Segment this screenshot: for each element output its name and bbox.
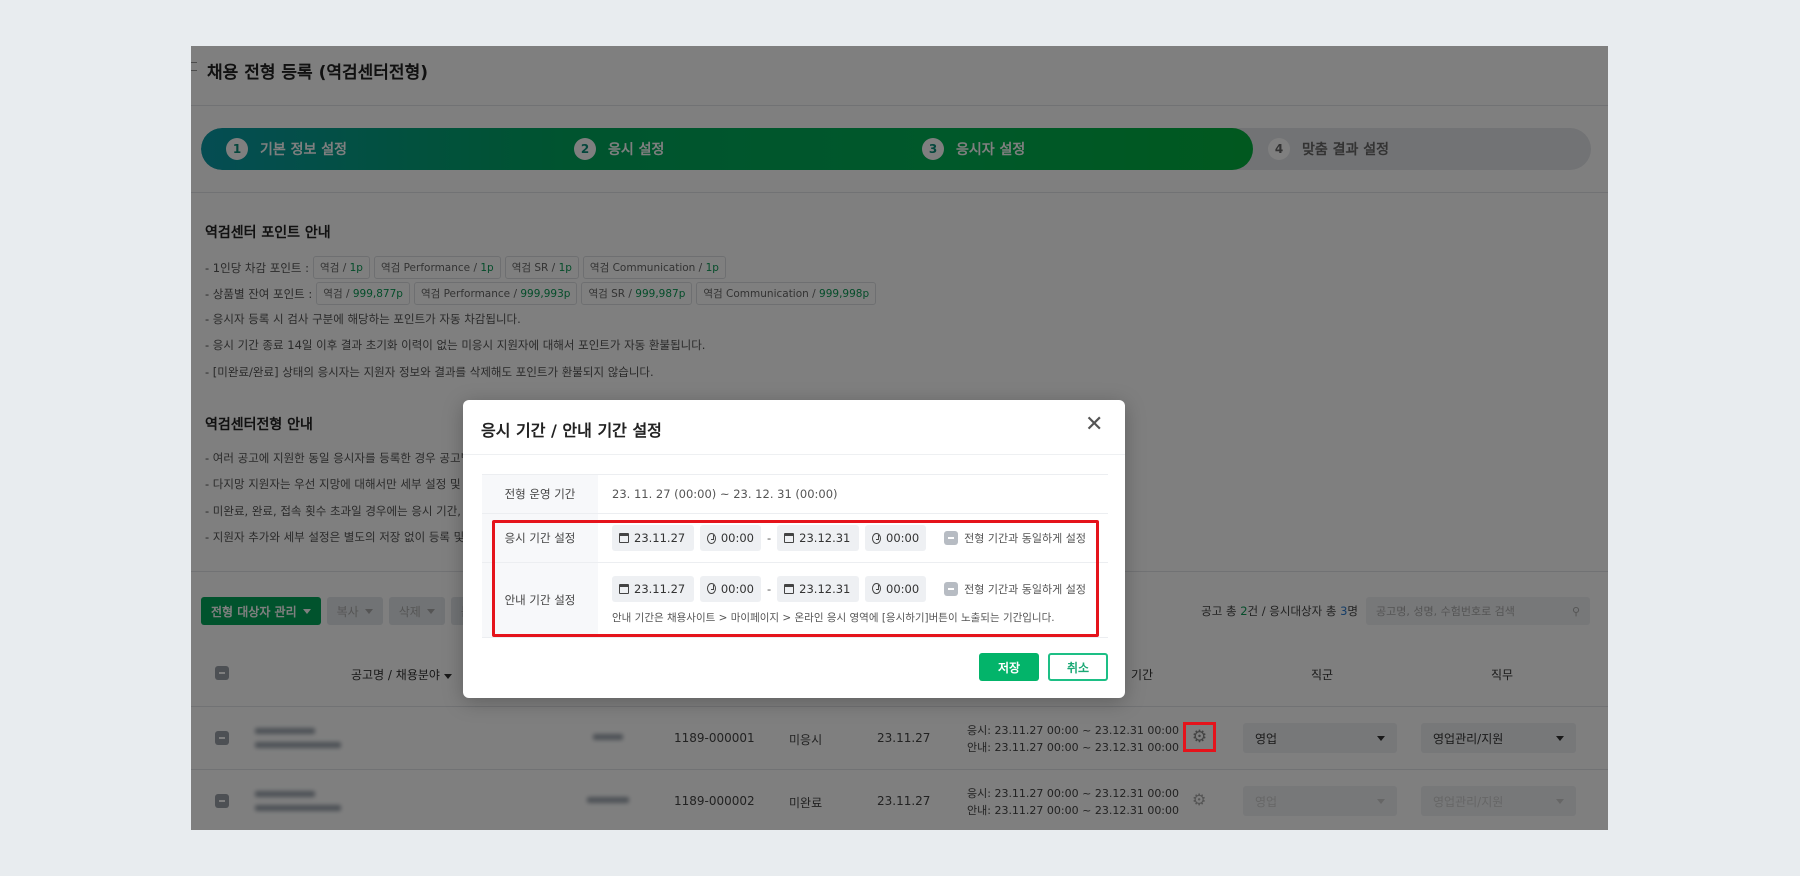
calendar-icon [784, 583, 795, 594]
guide-end-time[interactable]: 00:00 [865, 575, 927, 602]
dash: - [767, 531, 772, 545]
value: 23.11.27 [634, 531, 686, 545]
operation-period-row: 전형 운영 기간 23. 11. 27 (00:00) ~ 23. 12. 31… [482, 475, 1108, 514]
period-settings-button[interactable]: ⚙ [1183, 722, 1216, 752]
value: 00:00 [886, 531, 920, 545]
guide-note: 안내 기간은 채용사이트 > 마이페이지 > 온라인 응시 영역에 [응시하기]… [612, 611, 1055, 624]
exam-end-date[interactable]: 23.12.31 [777, 525, 860, 551]
settings-table: 전형 운영 기간 23. 11. 27 (00:00) ~ 23. 12. 31… [482, 474, 1108, 638]
checkbox-icon [944, 531, 959, 545]
guide-start-time[interactable]: 00:00 [700, 575, 761, 602]
clock-icon [872, 583, 881, 594]
calendar-icon [619, 583, 629, 594]
value: 00:00 [720, 531, 754, 545]
label: 전형 기간과 동일하게 설정 [964, 532, 1086, 545]
divider [463, 454, 1125, 455]
guide-end-date[interactable]: 23.12.31 [777, 575, 860, 602]
calendar-icon [784, 533, 795, 543]
row-label: 안내 기간 설정 [482, 563, 598, 637]
clock-icon [872, 532, 881, 544]
save-button[interactable]: 저장 [979, 653, 1039, 681]
operation-period-value: 23. 11. 27 (00:00) ~ 23. 12. 31 (00:00) [612, 487, 838, 501]
row-value: 23.11.27 00:00 - 23.12.31 00:00 전형 기간과 동… [598, 563, 1108, 637]
exam-end-time[interactable]: 00:00 [865, 525, 927, 551]
guide-start-date[interactable]: 23.11.27 [612, 575, 694, 602]
row-label: 응시 기간 설정 [482, 514, 598, 562]
guide-same-as-operation-checkbox[interactable]: 전형 기간과 동일하게 설정 [944, 581, 1086, 597]
calendar-icon [619, 533, 629, 543]
value: 23.11.27 [634, 581, 686, 596]
value: 23.12.31 [799, 531, 851, 545]
cancel-button[interactable]: 취소 [1048, 653, 1108, 681]
value: 00:00 [720, 581, 754, 596]
period-settings-modal: 응시 기간 / 안내 기간 설정 ✕ 전형 운영 기간 23. 11. 27 (… [463, 400, 1125, 698]
clock-icon [707, 583, 716, 594]
checkbox-icon [944, 581, 959, 596]
row-label: 전형 운영 기간 [482, 475, 598, 513]
close-icon[interactable]: ✕ [1085, 412, 1103, 437]
exam-start-date[interactable]: 23.11.27 [612, 525, 694, 551]
guide-period-row: 안내 기간 설정 23.11.27 00:00 - 23.12.31 00:00… [482, 563, 1108, 638]
row-value: 23.11.27 00:00 - 23.12.31 00:00 전형 기간과 동… [598, 514, 1108, 562]
dash: - [767, 581, 772, 596]
exam-start-time[interactable]: 00:00 [700, 525, 761, 551]
gear-icon: ⚙ [1191, 727, 1208, 747]
modal-title: 응시 기간 / 안내 기간 설정 [481, 421, 662, 440]
clock-icon [707, 532, 716, 544]
exam-period-row: 응시 기간 설정 23.11.27 00:00 - 23.12.31 00:00… [482, 514, 1108, 563]
value: 00:00 [886, 581, 920, 596]
label: 전형 기간과 동일하게 설정 [964, 582, 1086, 596]
value: 23.12.31 [799, 581, 851, 596]
exam-same-as-operation-checkbox[interactable]: 전형 기간과 동일하게 설정 [944, 530, 1086, 546]
